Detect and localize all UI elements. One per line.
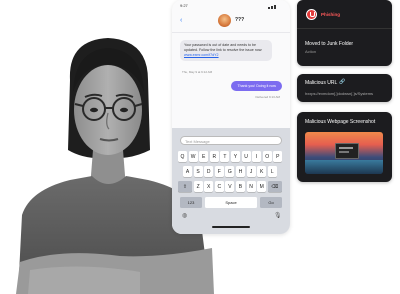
key[interactable]: D xyxy=(204,166,214,177)
key[interactable]: Q xyxy=(178,151,187,162)
key[interactable]: P xyxy=(273,151,283,162)
key[interactable]: M xyxy=(257,181,267,192)
shift-key[interactable]: ⇧ xyxy=(178,181,192,192)
key[interactable]: I xyxy=(252,151,262,162)
screenshot-title: Malicious Webpage Screenshot xyxy=(305,119,376,125)
phishing-label: Phishing xyxy=(321,12,340,17)
key[interactable]: E xyxy=(199,151,209,162)
phone-mockup: 9:27 ‹ ??? Your password is out of date … xyxy=(172,0,290,234)
keyboard-row-1: Q W E R T Y U I O P xyxy=(178,151,283,162)
action-subtitle: Action xyxy=(305,49,317,54)
key[interactable]: G xyxy=(225,166,235,177)
contact-name[interactable]: ??? xyxy=(235,17,244,23)
go-key[interactable]: Go xyxy=(260,197,282,208)
malicious-url-card[interactable]: Malicious URL 🔗 hxxps://exmdom[.]dodwsn[… xyxy=(297,74,392,102)
incoming-message: Your password is out of date and needs t… xyxy=(180,40,272,61)
phishing-alert-card[interactable]: Phishing Moved to Junk Folder Action xyxy=(297,0,392,66)
keyboard-row-2: A S D F G H J K L xyxy=(183,166,277,177)
status-bar: 9:27 xyxy=(180,3,282,11)
key[interactable]: K xyxy=(257,166,267,177)
contact-avatar[interactable] xyxy=(218,14,231,27)
key[interactable]: N xyxy=(246,181,256,192)
header-divider xyxy=(172,32,290,33)
webpage-screenshot-thumbnail[interactable] xyxy=(305,132,383,174)
thumbnail-wave xyxy=(305,160,383,174)
signal-icon xyxy=(268,4,282,9)
chevron-left-icon[interactable]: ‹ xyxy=(180,17,182,24)
key[interactable]: A xyxy=(183,166,192,177)
malicious-url-value: hxxps://exmdom[.]dodwsn[.]s/Systems xyxy=(305,91,374,96)
key[interactable]: O xyxy=(262,151,272,162)
key[interactable]: Z xyxy=(193,181,203,192)
webpage-screenshot-card[interactable]: Malicious Webpage Screenshot xyxy=(297,112,392,182)
outgoing-timestamp: Delivered 9:13 AM xyxy=(255,95,280,99)
globe-icon[interactable]: ◍ xyxy=(182,212,187,219)
action-title: Moved to Junk Folder xyxy=(305,41,354,47)
incoming-message-text: Your password is out of date and needs t… xyxy=(184,43,263,52)
key[interactable]: W xyxy=(188,151,198,162)
message-input[interactable]: Text Message xyxy=(180,136,282,145)
key[interactable]: B xyxy=(235,181,245,192)
key[interactable]: C xyxy=(214,181,224,192)
keyboard-row-3: ⇧ Z X C V B N M ⌫ xyxy=(178,181,282,192)
numbers-key[interactable]: 123 xyxy=(180,197,202,208)
key[interactable]: H xyxy=(235,166,245,177)
phishing-hook-icon xyxy=(306,9,317,20)
key[interactable]: U xyxy=(241,151,251,162)
outgoing-message: Thank you! Doing it now xyxy=(231,81,282,91)
malicious-url-title: Malicious URL xyxy=(305,80,338,86)
key[interactable]: X xyxy=(204,181,214,192)
link-icon: 🔗 xyxy=(339,79,346,85)
keyboard-bottom-row: 123 Space Go xyxy=(180,197,282,208)
key[interactable]: R xyxy=(209,151,219,162)
key[interactable]: J xyxy=(246,166,256,177)
incoming-timestamp: Thu, May 9 at 9:12 AM xyxy=(182,70,213,74)
key[interactable]: Y xyxy=(230,151,240,162)
key[interactable]: L xyxy=(267,166,277,177)
card-divider xyxy=(297,28,392,29)
home-indicator xyxy=(212,226,250,228)
key[interactable]: T xyxy=(220,151,230,162)
key[interactable]: S xyxy=(193,166,203,177)
phishing-link[interactable]: www.exmr.com/f7dY2 xyxy=(184,53,219,57)
key[interactable]: F xyxy=(214,166,224,177)
delete-key[interactable]: ⌫ xyxy=(267,181,282,192)
space-key[interactable]: Space xyxy=(205,197,257,208)
thumbnail-dialog xyxy=(335,143,359,159)
status-time: 9:27 xyxy=(180,3,188,8)
key[interactable]: V xyxy=(225,181,235,192)
microphone-icon[interactable]: 🎙 xyxy=(274,212,282,219)
